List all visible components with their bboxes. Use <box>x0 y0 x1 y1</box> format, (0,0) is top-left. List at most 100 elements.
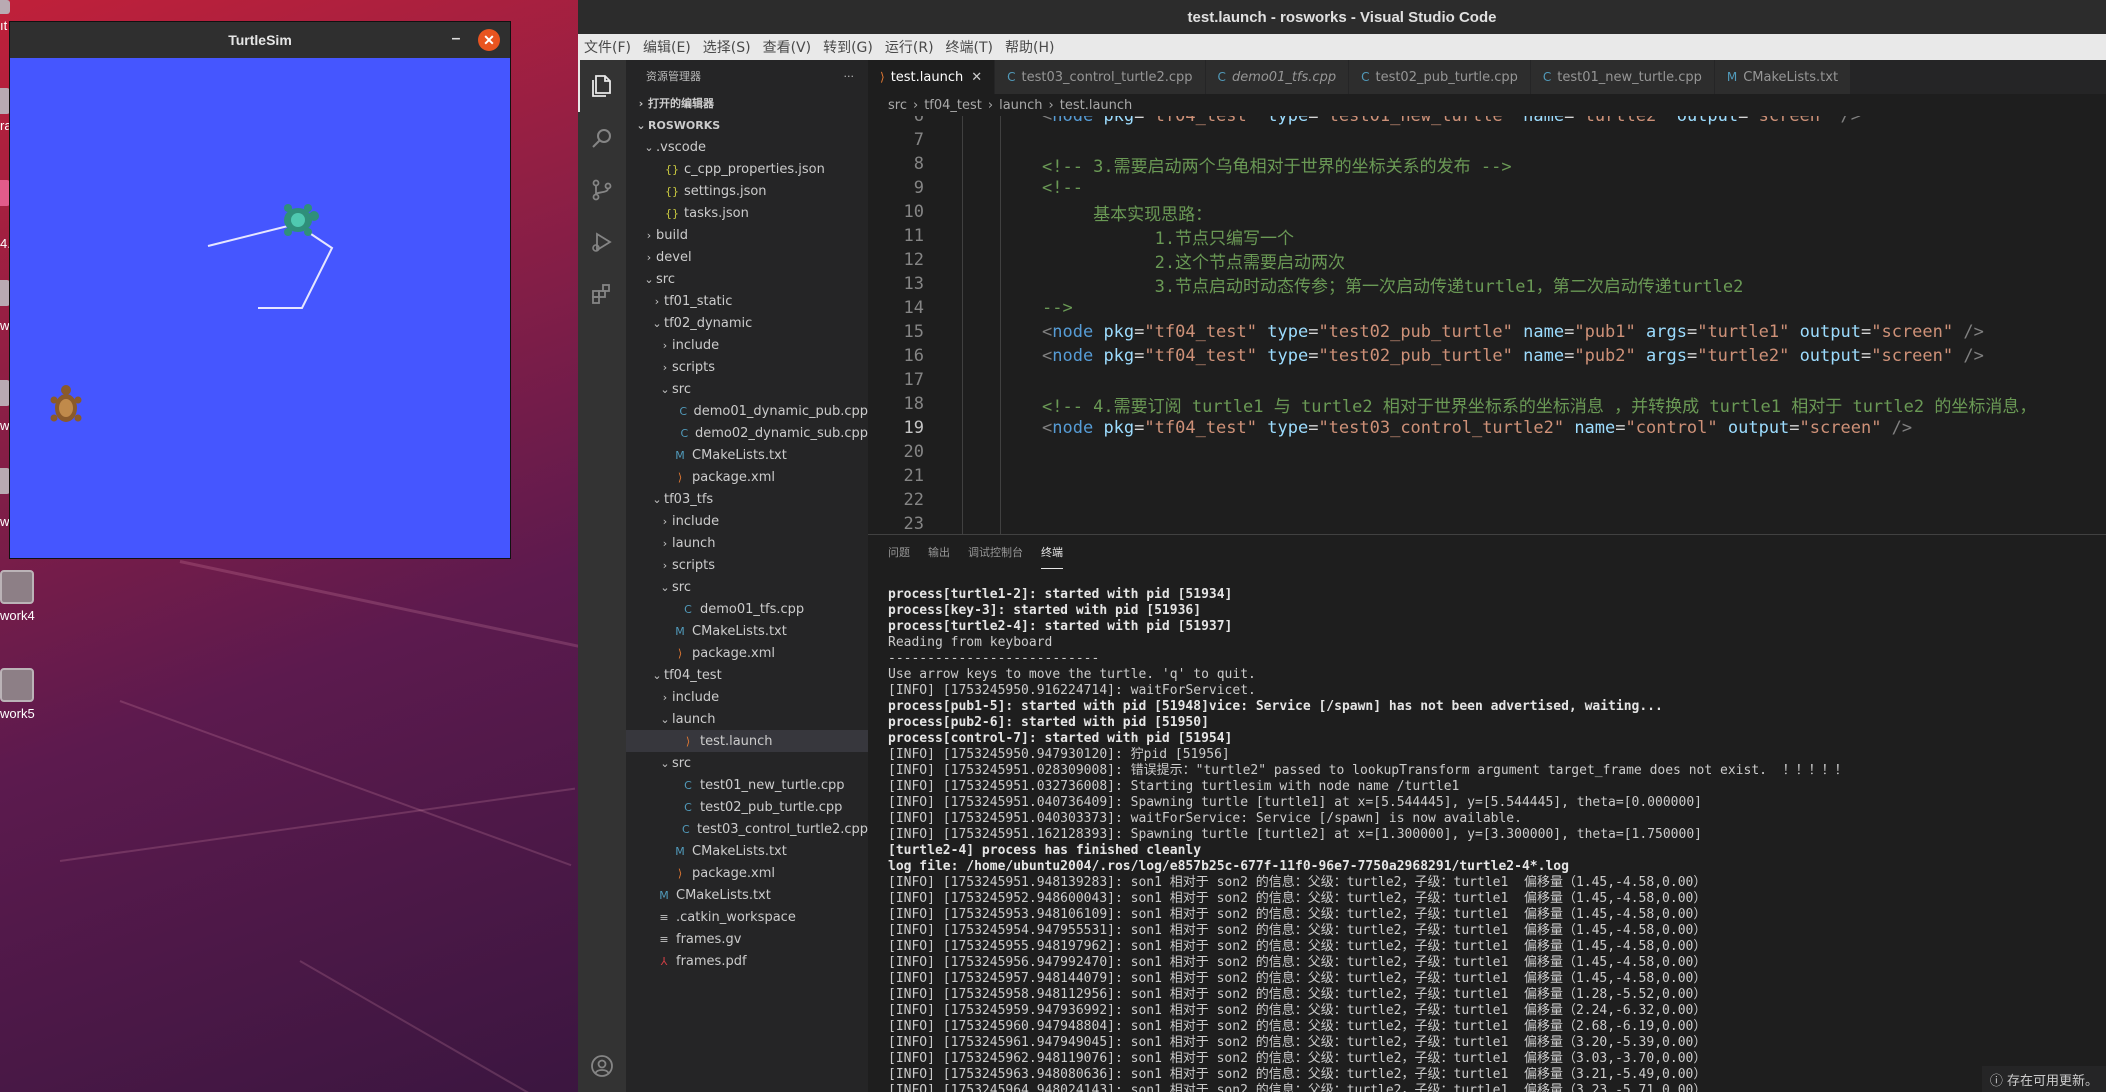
desktop-folder-work4[interactable]: work4 <box>0 570 60 623</box>
desktop-file-icon[interactable] <box>0 380 10 406</box>
desktop-folder-work5[interactable]: work5 <box>0 668 60 721</box>
run-debug-icon[interactable] <box>578 216 626 268</box>
tree-item[interactable]: Cdemo01_tfs.cpp <box>626 598 868 620</box>
tree-item[interactable]: ⟩ package.xml <box>626 862 868 884</box>
menu-go[interactable]: 转到(G) <box>823 37 873 57</box>
account-icon[interactable] <box>578 1040 626 1092</box>
extensions-icon[interactable] <box>578 268 626 320</box>
source-control-icon[interactable] <box>578 164 626 216</box>
vscode-titlebar[interactable]: test.launch - rosworks - Visual Studio C… <box>578 0 2106 34</box>
desktop-file-icon[interactable] <box>0 180 10 206</box>
tree-item[interactable]: ⌄ tf02_dynamic <box>626 312 868 334</box>
editor-tab[interactable]: M CMakeLists.txt <box>1714 60 1852 94</box>
cpp-file-icon: C <box>680 426 689 440</box>
update-notification[interactable]: ⓘ 存在可用更新。 <box>1981 1066 2106 1092</box>
code-editor[interactable]: 6 <node pkg="tf04_test" type="test01_new_… <box>868 116 2106 534</box>
terminal-line: process[turtle2-4]: started with pid [51… <box>888 619 1233 634</box>
breadcrumb-item[interactable]: tf04_test <box>924 98 982 113</box>
tree-item[interactable]: ⌄ src <box>626 378 868 400</box>
more-actions-button[interactable]: ··· <box>844 70 855 83</box>
tree-item[interactable]: ≡ .catkin_workspace <box>626 906 868 928</box>
panel-tab[interactable]: 调试控制台 <box>968 536 1023 568</box>
tree-item[interactable]: › include <box>626 510 868 532</box>
tree-item[interactable]: ⌄ tf03_tfs <box>626 488 868 510</box>
cpp-file-icon: C <box>1542 70 1552 84</box>
tree-item[interactable]: › include <box>626 686 868 708</box>
tree-item[interactable]: ⌄ .vscode <box>626 136 868 158</box>
turtlesim-titlebar[interactable]: TurtleSim – ✕ <box>10 22 510 58</box>
tree-item[interactable]: Ctest03_control_turtle2.cpp <box>626 818 868 840</box>
breadcrumb-item[interactable]: src <box>888 98 907 113</box>
tree-item[interactable]: ⌄ launch <box>626 708 868 730</box>
panel-tab[interactable]: 终端 <box>1041 536 1063 569</box>
menu-selection[interactable]: 选择(S) <box>703 37 751 57</box>
tree-item-label: tf04_test <box>664 667 722 683</box>
tree-item[interactable]: ⟩ package.xml <box>626 642 868 664</box>
tree-item[interactable]: › scripts <box>626 356 868 378</box>
tree-item[interactable]: ⟩ package.xml <box>626 466 868 488</box>
menu-view[interactable]: 查看(V) <box>763 37 812 57</box>
breadcrumb-item[interactable]: launch <box>999 98 1042 113</box>
tree-item[interactable]: › include <box>626 334 868 356</box>
tree-item[interactable]: M CMakeLists.txt <box>626 620 868 642</box>
desktop-file-icon[interactable] <box>0 468 10 494</box>
turtlesim-window[interactable]: TurtleSim – ✕ <box>10 22 510 558</box>
close-tab-icon[interactable]: ✕ <box>971 70 982 85</box>
menu-help[interactable]: 帮助(H) <box>1005 37 1054 57</box>
tree-item-label: src <box>672 381 691 397</box>
tree-item[interactable]: Cdemo01_dynamic_pub.cpp <box>626 400 868 422</box>
turtle2-icon <box>50 385 82 422</box>
tree-item[interactable]: › build <box>626 224 868 246</box>
panel-tab[interactable]: 问题 <box>888 536 910 568</box>
tree-item[interactable]: ⅄ frames.pdf <box>626 950 868 972</box>
breadcrumb: src › tf04_test › launch › test.launch <box>868 94 2106 116</box>
open-editors-section[interactable]: › 打开的编辑器 <box>626 92 868 114</box>
menu-file[interactable]: 文件(F) <box>584 37 631 57</box>
tree-item[interactable]: M CMakeLists.txt <box>626 840 868 862</box>
code-line: 12 2.这个节点需要启动两次 <box>868 248 2106 273</box>
tree-item[interactable]: › devel <box>626 246 868 268</box>
editor-tab[interactable]: Cdemo01_tfs.cpp <box>1205 60 1350 94</box>
tree-item[interactable]: M CMakeLists.txt <box>626 444 868 466</box>
desktop-folder-label: work5 <box>0 706 35 721</box>
tree-item[interactable]: Ctest02_pub_turtle.cpp <box>626 796 868 818</box>
workspace-section[interactable]: ⌄ ROSWORKS <box>626 114 868 136</box>
tree-item[interactable]: ≡ frames.gv <box>626 928 868 950</box>
editor-tab[interactable]: Ctest02_pub_turtle.cpp <box>1349 60 1531 94</box>
menu-edit[interactable]: 编辑(E) <box>643 37 691 57</box>
editor-tab[interactable]: ⟩ test.launch ✕ <box>868 60 996 94</box>
tree-item[interactable]: › tf01_static <box>626 290 868 312</box>
panel-tab[interactable]: 输出 <box>928 536 950 568</box>
chevron-down-icon: ⌄ <box>652 316 662 330</box>
desktop-file-icon[interactable] <box>0 280 10 306</box>
tree-item[interactable]: ⟩ test.launch <box>626 730 868 752</box>
tree-item[interactable]: ⌄ src <box>626 268 868 290</box>
editor-tab[interactable]: Ctest01_new_turtle.cpp <box>1530 60 1715 94</box>
tree-item[interactable]: M CMakeLists.txt <box>626 884 868 906</box>
tree-item[interactable]: › launch <box>626 532 868 554</box>
desktop-file-icon[interactable] <box>0 0 10 14</box>
terminal-line: process[pub2-6]: started with pid [51950… <box>888 715 1209 730</box>
close-button[interactable]: ✕ <box>478 29 500 51</box>
tree-item[interactable]: ⌄ src <box>626 752 868 774</box>
editor-tab[interactable]: Ctest03_control_turtle2.cpp <box>995 60 1206 94</box>
line-number: 19 <box>903 418 924 438</box>
menu-terminal[interactable]: 终端(T) <box>946 37 993 57</box>
tree-item[interactable]: › scripts <box>626 554 868 576</box>
tree-item[interactable]: ⌄ tf04_test <box>626 664 868 686</box>
explorer-icon[interactable] <box>578 60 626 112</box>
search-icon[interactable] <box>578 112 626 164</box>
chevron-right-icon: › <box>662 558 668 572</box>
vscode-window[interactable]: test.launch - rosworks - Visual Studio C… <box>578 0 2106 1092</box>
terminal-output[interactable]: process[turtle1-2]: started with pid [51… <box>888 587 2106 1092</box>
breadcrumb-item[interactable]: test.launch <box>1060 98 1133 113</box>
tree-item[interactable]: {} tasks.json <box>626 202 868 224</box>
tree-item[interactable]: ⌄ src <box>626 576 868 598</box>
tree-item[interactable]: {} c_cpp_properties.json <box>626 158 868 180</box>
tree-item[interactable]: Ctest01_new_turtle.cpp <box>626 774 868 796</box>
menu-run[interactable]: 运行(R) <box>885 37 934 57</box>
minimize-button[interactable]: – <box>446 30 466 48</box>
desktop-file-icon[interactable] <box>0 88 10 114</box>
tree-item[interactable]: {} settings.json <box>626 180 868 202</box>
tree-item[interactable]: Cdemo02_dynamic_sub.cpp <box>626 422 868 444</box>
